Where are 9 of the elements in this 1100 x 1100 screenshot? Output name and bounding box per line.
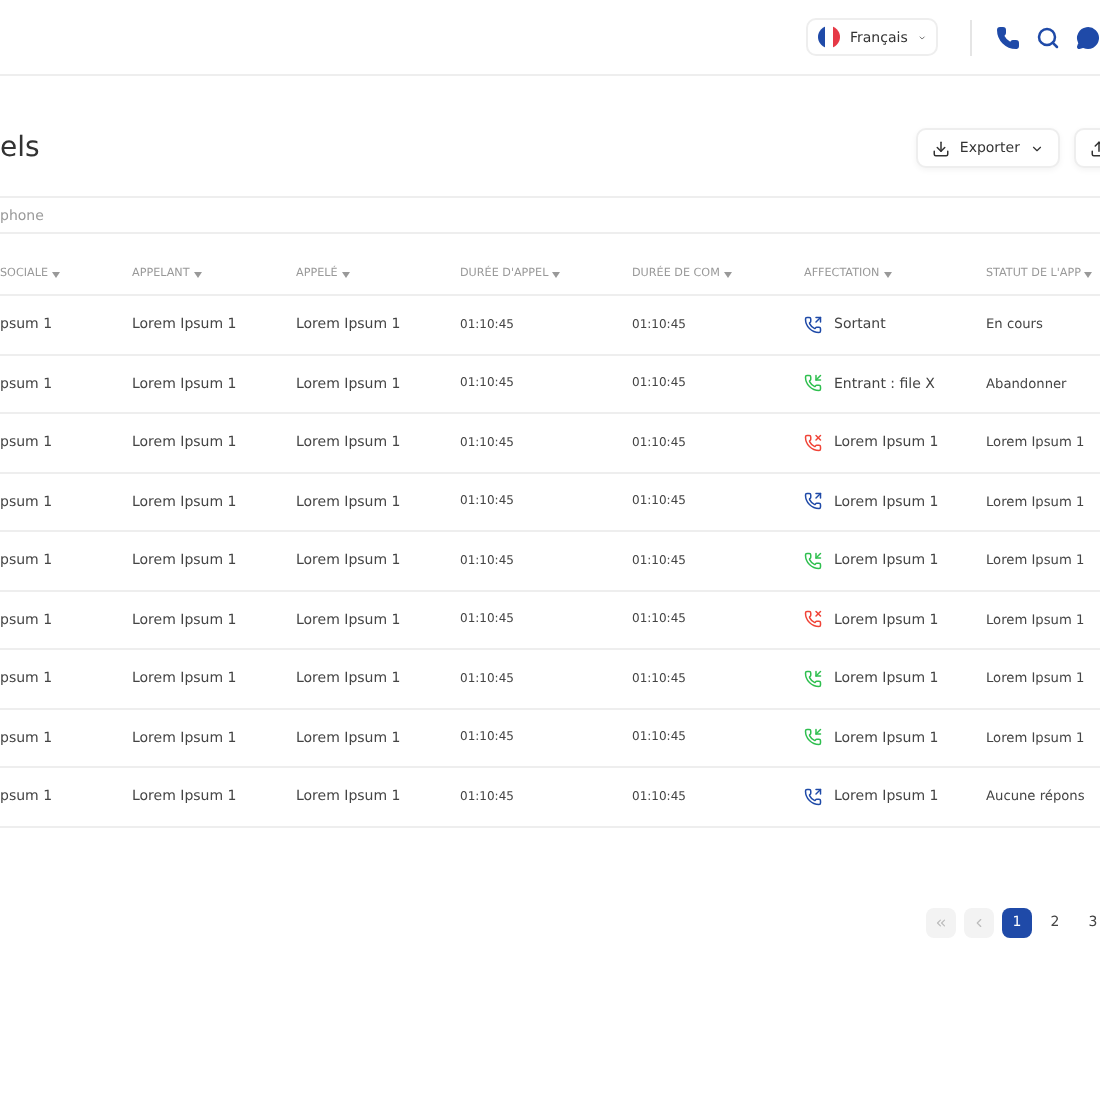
phone-icon[interactable] bbox=[996, 25, 1020, 49]
double-chevron-left-icon bbox=[934, 915, 948, 929]
chevron-down-icon bbox=[1030, 141, 1044, 155]
download-icon bbox=[931, 139, 950, 157]
page-title: els bbox=[0, 132, 40, 164]
chevron-left-icon bbox=[972, 915, 986, 929]
flag-icon bbox=[818, 26, 840, 48]
chat-icon[interactable] bbox=[1076, 25, 1100, 49]
search-icon[interactable] bbox=[1036, 25, 1060, 49]
